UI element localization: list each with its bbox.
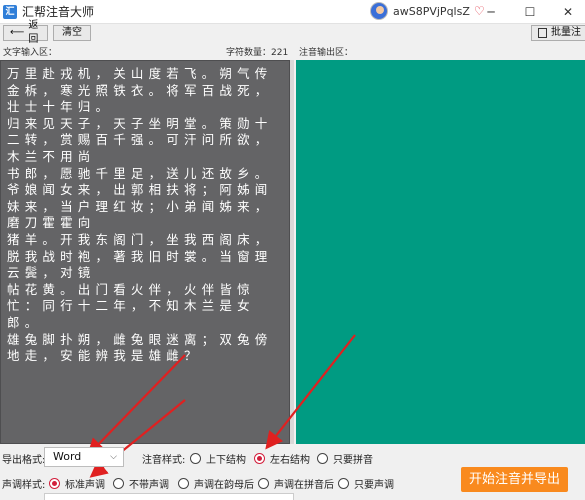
minimize-icon[interactable]: ─ xyxy=(481,2,501,22)
radio-no-tone[interactable]: 不带声调 xyxy=(113,476,169,491)
radio-icon xyxy=(338,478,349,489)
radio-checked-icon xyxy=(49,478,60,489)
app-logo-icon: 汇 xyxy=(3,4,17,19)
char-count: 字符数量：221 xyxy=(226,45,288,58)
radio-label: 标准声调 xyxy=(65,480,105,491)
output-area-label: 注音输出区： xyxy=(299,48,354,58)
radio-left-right[interactable]: 左右结构 xyxy=(254,451,310,466)
radio-label: 左右结构 xyxy=(270,455,310,466)
radio-label: 只要声调 xyxy=(354,480,394,491)
radio-standard-tone[interactable]: 标准声调 xyxy=(49,476,105,491)
close-icon[interactable]: ✕ xyxy=(558,2,578,22)
clear-button-label: 清空 xyxy=(62,27,82,38)
radio-icon xyxy=(113,478,124,489)
radio-icon xyxy=(190,453,201,464)
radio-label: 声调在韵母后 xyxy=(194,480,254,491)
radio-label: 不带声调 xyxy=(129,480,169,491)
export-format-select[interactable]: Word ⌵ xyxy=(44,447,124,467)
input-area-label: 文字输入区： xyxy=(3,48,58,58)
radio-checked-icon xyxy=(254,453,265,464)
radio-pinyin-only[interactable]: 只要拼音 xyxy=(317,451,373,466)
maximize-icon[interactable]: ☐ xyxy=(520,2,540,22)
clear-button[interactable]: 清空 xyxy=(53,25,91,41)
radio-icon xyxy=(258,478,269,489)
radio-top-bottom[interactable]: 上下结构 xyxy=(190,451,246,466)
window-title: 汇帮注音大师 xyxy=(22,5,95,19)
radio-tone-after-final[interactable]: 声调在韵母后 xyxy=(178,476,254,491)
toolbar: ⟵ 返回 清空 批量注 xyxy=(0,20,585,45)
back-button-label: 返回 xyxy=(28,20,39,45)
radio-icon xyxy=(178,478,189,489)
char-count-value: 221 xyxy=(271,48,289,58)
char-count-label: 字符数量： xyxy=(226,48,272,58)
batch-button[interactable]: 批量注 xyxy=(531,25,585,41)
username: awS8PVjPqlsZ xyxy=(393,4,470,18)
radio-label: 只要拼音 xyxy=(333,455,373,466)
document-icon xyxy=(538,28,547,38)
export-format-label: 导出格式: xyxy=(2,455,46,466)
input-text[interactable]: 万里赴戎机，关山度若飞。朔气传金柝，寒光照铁衣。将军百战死，壮士十年归。 归来见… xyxy=(1,61,289,365)
radio-tone-only[interactable]: 只要声调 xyxy=(338,476,394,491)
text-input-area[interactable]: 万里赴戎机，关山度若飞。朔气传金柝，寒光照铁衣。将军百战死，壮士十年归。 归来见… xyxy=(0,60,290,444)
output-area[interactable] xyxy=(296,60,585,444)
start-export-button[interactable]: 开始注音并导出 xyxy=(461,467,568,492)
radio-label: 声调在拼音后 xyxy=(274,480,334,491)
radio-tone-after-pinyin[interactable]: 声调在拼音后 xyxy=(258,476,334,491)
radio-label: 上下结构 xyxy=(206,455,246,466)
title-bar: 汇 汇帮注音大师 awS8PVjPqlsZ ♡ ─ ☐ ✕ xyxy=(0,0,585,24)
annotation-style-label: 注音样式: xyxy=(142,455,186,466)
tone-style-label: 声调样式: xyxy=(2,480,46,491)
user-account[interactable]: awS8PVjPqlsZ ♡ xyxy=(370,2,485,20)
radio-icon xyxy=(317,453,328,464)
back-arrow-icon: ⟵ xyxy=(10,27,25,38)
export-format-value: Word xyxy=(53,450,82,463)
back-button[interactable]: ⟵ 返回 xyxy=(3,20,48,45)
input-scrollbar[interactable] xyxy=(290,60,294,444)
avatar[interactable] xyxy=(370,2,388,20)
batch-button-label: 批量注 xyxy=(551,27,581,38)
chevron-down-icon: ⌵ xyxy=(110,452,117,462)
output-path-field[interactable] xyxy=(44,493,294,500)
